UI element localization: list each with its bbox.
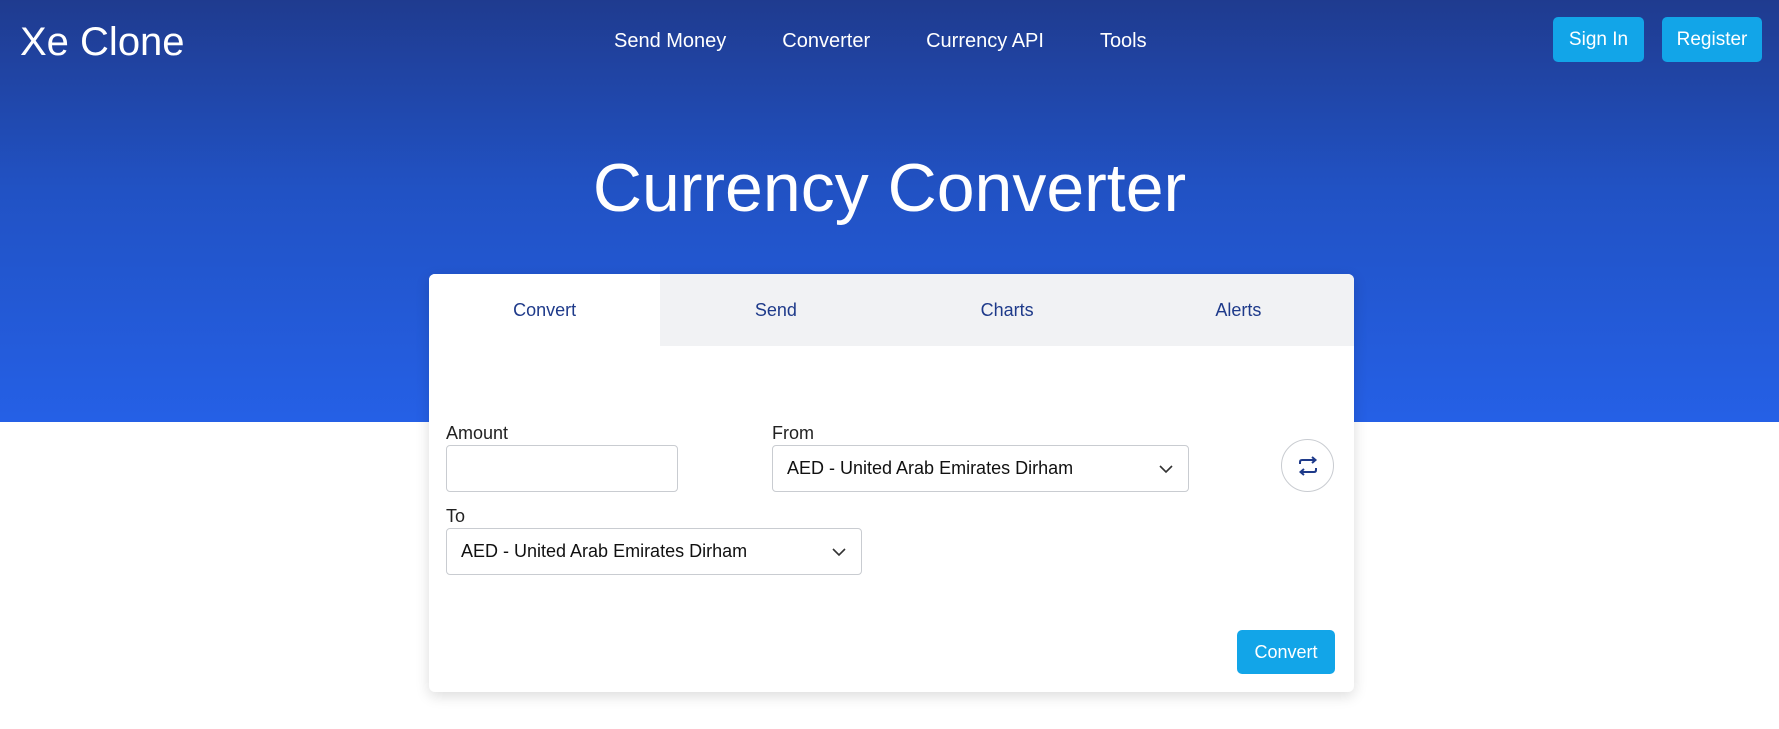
nav-currency-api[interactable]: Currency API: [898, 22, 1072, 60]
to-currency-select[interactable]: AED - United Arab Emirates Dirham: [446, 528, 862, 575]
nav-converter[interactable]: Converter: [754, 22, 898, 60]
from-currency-value: AED - United Arab Emirates Dirham: [787, 458, 1074, 478]
tab-alerts[interactable]: Alerts: [1123, 274, 1354, 346]
to-label: To: [446, 506, 466, 526]
amount-input[interactable]: [446, 445, 678, 492]
converter-card: Convert Send Charts Alerts Amount From A…: [429, 274, 1354, 692]
converter-tabs: Convert Send Charts Alerts: [429, 274, 1354, 346]
tab-convert[interactable]: Convert: [429, 274, 661, 346]
to-currency-value: AED - United Arab Emirates Dirham: [461, 541, 748, 561]
swap-arrows-icon: [1298, 456, 1318, 476]
swap-currencies-button[interactable]: [1281, 439, 1334, 492]
amount-label: Amount: [446, 423, 509, 443]
nav-tools[interactable]: Tools: [1072, 22, 1175, 60]
from-currency-select[interactable]: AED - United Arab Emirates Dirham: [772, 445, 1189, 492]
nav-send-money[interactable]: Send Money: [586, 22, 754, 60]
tab-send[interactable]: Send: [660, 274, 891, 346]
main-nav: Send Money Converter Currency API Tools: [586, 22, 1175, 60]
from-label: From: [772, 423, 814, 443]
chevron-down-icon: [832, 548, 846, 557]
chevron-down-icon: [1159, 465, 1173, 474]
brand-logo[interactable]: Xe Clone: [20, 14, 185, 70]
register-button[interactable]: Register: [1662, 17, 1762, 62]
tab-charts[interactable]: Charts: [892, 274, 1123, 346]
sign-in-button[interactable]: Sign In: [1553, 17, 1644, 62]
page-title: Currency Converter: [592, 150, 1187, 226]
convert-button[interactable]: Convert: [1237, 630, 1335, 674]
